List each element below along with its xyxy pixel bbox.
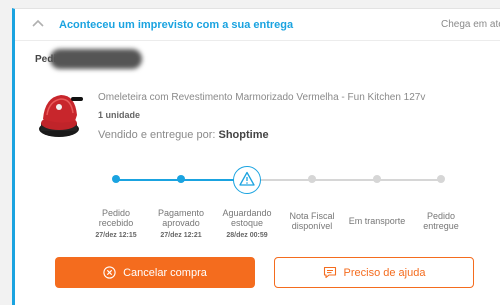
need-help-button[interactable]: Preciso de ajuda [274,257,474,288]
step-dot-received [112,175,120,183]
step-date: 27/dez 12:21 [160,232,202,239]
chevron-up-icon[interactable] [31,18,45,28]
step-label: Nota Fiscal disponível [289,211,335,231]
step-label: Pedido recebido [98,208,134,228]
seller-name: Shoptime [218,129,269,141]
step-label: Pagamento aprovado [157,208,205,228]
step-dot-invoice [308,175,316,183]
product-seller: Vendido e entregue por: Shoptime [98,129,269,141]
cancel-order-button[interactable]: Cancelar compra [55,257,255,288]
product-name[interactable]: Omeleteira com Revestimento Marmorizado … [98,92,425,103]
chat-bubble-icon [323,266,336,279]
step-dot-transport [373,175,381,183]
delivery-alert-text: Aconteceu um imprevisto com a sua entreg… [59,19,294,31]
step-date: 27/dez 12:15 [95,232,137,239]
eta-label: Chega em até 0 [441,19,500,30]
step-warning-stock [233,166,261,194]
cancel-circle-icon [103,266,116,279]
step-label: Em transporte [348,216,406,226]
redacted-order-number [50,49,142,69]
order-header[interactable]: Aconteceu um imprevisto com a sua entreg… [15,9,500,41]
cancel-order-label: Cancelar compra [123,266,207,279]
product-image[interactable] [31,85,87,145]
need-help-label: Preciso de ajuda [343,266,426,279]
step-dot-delivered [437,175,445,183]
step-label: Aguardando estoque [222,208,272,228]
warning-icon [239,171,255,186]
step-label: Pedido entregue [423,211,459,231]
step-dot-payment [177,175,185,183]
product-quantity: 1 unidade [98,110,141,120]
step-date: 28/dez 00:59 [226,232,268,239]
track-line-pending [247,179,441,181]
